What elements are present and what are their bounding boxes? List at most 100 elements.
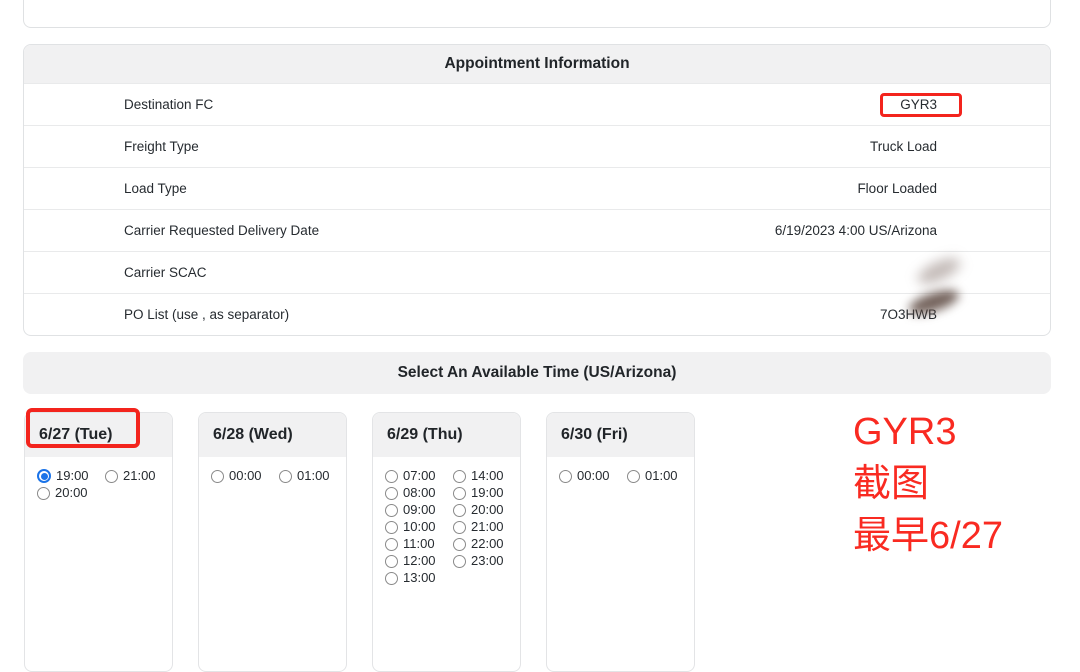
time-option-label: 19:00 bbox=[56, 469, 89, 483]
time-option-label: 21:00 bbox=[471, 520, 504, 534]
time-option-label: 13:00 bbox=[403, 571, 436, 585]
annotation-box-627 bbox=[26, 408, 140, 448]
radio-button[interactable] bbox=[211, 470, 224, 483]
time-option-label: 20:00 bbox=[55, 486, 88, 500]
radio-button[interactable] bbox=[385, 521, 398, 534]
time-column: 01:00 bbox=[279, 469, 339, 483]
radio-button[interactable] bbox=[453, 538, 466, 551]
annotation-note-line: 最早6/27 bbox=[853, 510, 1003, 562]
day-card: 6/30 (Fri) 00:00 01:00 bbox=[546, 412, 695, 672]
radio-button[interactable] bbox=[453, 470, 466, 483]
radio-button[interactable] bbox=[627, 470, 640, 483]
info-row-value: Truck Load bbox=[870, 139, 937, 154]
time-option[interactable]: 21:00 bbox=[453, 520, 513, 534]
time-option-label: 01:00 bbox=[297, 469, 330, 483]
radio-button[interactable] bbox=[385, 538, 398, 551]
day-card: 6/28 (Wed) 00:00 01:00 bbox=[198, 412, 347, 672]
annotation-box-value: GYR3 bbox=[880, 93, 962, 117]
info-row-value-cell: 6/19/2023 4:00 US/Arizona bbox=[775, 223, 1050, 238]
time-option[interactable]: 14:00 bbox=[453, 469, 513, 483]
day-cards-row: 6/27 (Tue)19:0020:0021:006/28 (Wed)00:00… bbox=[24, 412, 695, 672]
time-option[interactable]: 01:00 bbox=[279, 469, 339, 483]
info-row: PO List (use , as separator)7O3HWB bbox=[24, 293, 1050, 335]
time-column: 01:00 bbox=[627, 469, 687, 483]
time-option[interactable]: 21:00 bbox=[105, 469, 165, 483]
annotation-note-line: 截图 bbox=[853, 458, 1003, 510]
day-time-list: 00:00 01:00 bbox=[199, 457, 346, 483]
info-row-label: Carrier SCAC bbox=[24, 265, 937, 280]
info-row-label: Destination FC bbox=[24, 97, 880, 112]
day-header: 6/29 (Thu) bbox=[373, 413, 520, 457]
day-header: 6/30 (Fri) bbox=[547, 413, 694, 457]
radio-button[interactable] bbox=[279, 470, 292, 483]
radio-button[interactable] bbox=[385, 470, 398, 483]
time-option-label: 21:00 bbox=[123, 469, 156, 483]
time-option[interactable]: 22:00 bbox=[453, 537, 513, 551]
previous-section-card bbox=[23, 0, 1051, 28]
time-option-label: 00:00 bbox=[577, 469, 610, 483]
info-row: Freight TypeTruck Load bbox=[24, 125, 1050, 167]
radio-button[interactable] bbox=[385, 504, 398, 517]
time-option-label: 11:00 bbox=[403, 537, 435, 551]
time-option-label: 23:00 bbox=[471, 554, 504, 568]
time-column: 14:00 19:00 20:00 21:00 22:00 23:00 bbox=[453, 469, 513, 585]
radio-button[interactable] bbox=[453, 555, 466, 568]
radio-button[interactable] bbox=[105, 470, 118, 483]
time-column: 19:00 20:00 bbox=[37, 469, 97, 500]
info-row-label: Freight Type bbox=[24, 139, 870, 154]
time-option[interactable]: 08:00 bbox=[385, 486, 445, 500]
time-option-label: 10:00 bbox=[403, 520, 436, 534]
time-column: 00:00 bbox=[559, 469, 619, 483]
time-option[interactable]: 01:00 bbox=[627, 469, 687, 483]
time-option[interactable]: 07:00 bbox=[385, 469, 445, 483]
annotation-note-line: GYR3 bbox=[853, 406, 1003, 458]
time-option-label: 01:00 bbox=[645, 469, 678, 483]
time-option[interactable]: 12:00 bbox=[385, 554, 445, 568]
time-option-label: 08:00 bbox=[403, 486, 436, 500]
time-option[interactable]: 19:00 bbox=[37, 469, 97, 483]
radio-button[interactable] bbox=[559, 470, 572, 483]
day-time-list: 00:00 01:00 bbox=[547, 457, 694, 483]
time-option[interactable]: 19:00 bbox=[453, 486, 513, 500]
time-option[interactable]: 20:00 bbox=[37, 486, 97, 500]
info-row: Load TypeFloor Loaded bbox=[24, 167, 1050, 209]
annotation-notes: GYR3截图最早6/27 bbox=[853, 406, 1003, 562]
radio-button[interactable] bbox=[453, 504, 466, 517]
radio-button[interactable] bbox=[385, 487, 398, 500]
time-column: 00:00 bbox=[211, 469, 271, 483]
time-option-label: 22:00 bbox=[471, 537, 504, 551]
info-row-label: Carrier Requested Delivery Date bbox=[24, 223, 775, 238]
time-column: 07:00 08:00 09:00 10:00 11:00 12:00 13:00 bbox=[385, 469, 445, 585]
info-row-value-cell: GYR3 bbox=[880, 97, 1050, 112]
info-row: Carrier Requested Delivery Date6/19/2023… bbox=[24, 209, 1050, 251]
info-row-value-cell: Truck Load bbox=[870, 139, 1050, 154]
time-option-label: 12:00 bbox=[403, 554, 436, 568]
info-row: Carrier SCAC bbox=[24, 251, 1050, 293]
radio-button[interactable] bbox=[385, 572, 398, 585]
info-row-value: Floor Loaded bbox=[857, 181, 937, 196]
time-selection-title: Select An Available Time (US/Arizona) bbox=[23, 352, 1051, 394]
radio-button[interactable] bbox=[453, 521, 466, 534]
time-option[interactable]: 13:00 bbox=[385, 571, 445, 585]
time-option-label: 20:00 bbox=[471, 503, 504, 517]
radio-button-checked[interactable] bbox=[37, 469, 51, 483]
time-option[interactable]: 23:00 bbox=[453, 554, 513, 568]
time-option-label: 09:00 bbox=[403, 503, 436, 517]
radio-button[interactable] bbox=[385, 555, 398, 568]
time-option-label: 14:00 bbox=[471, 469, 504, 483]
time-option[interactable]: 09:00 bbox=[385, 503, 445, 517]
time-option[interactable]: 20:00 bbox=[453, 503, 513, 517]
day-card: 6/29 (Thu) 07:00 08:00 09:00 10:00 11:00 12:00… bbox=[372, 412, 521, 672]
appointment-info-table: Destination FCGYR3 Freight TypeTruck Load… bbox=[24, 83, 1050, 335]
radio-button[interactable] bbox=[453, 487, 466, 500]
radio-button[interactable] bbox=[37, 487, 50, 500]
time-option[interactable]: 00:00 bbox=[559, 469, 619, 483]
time-option[interactable]: 10:00 bbox=[385, 520, 445, 534]
time-option-label: 19:00 bbox=[471, 486, 504, 500]
appointment-info-title: Appointment Information bbox=[24, 45, 1050, 83]
day-time-list: 07:00 08:00 09:00 10:00 11:00 12:00 13:00 14:00… bbox=[373, 457, 520, 585]
day-header: 6/28 (Wed) bbox=[199, 413, 346, 457]
time-option[interactable]: 11:00 bbox=[385, 537, 445, 551]
info-row-value-cell: Floor Loaded bbox=[857, 181, 1050, 196]
time-option[interactable]: 00:00 bbox=[211, 469, 271, 483]
